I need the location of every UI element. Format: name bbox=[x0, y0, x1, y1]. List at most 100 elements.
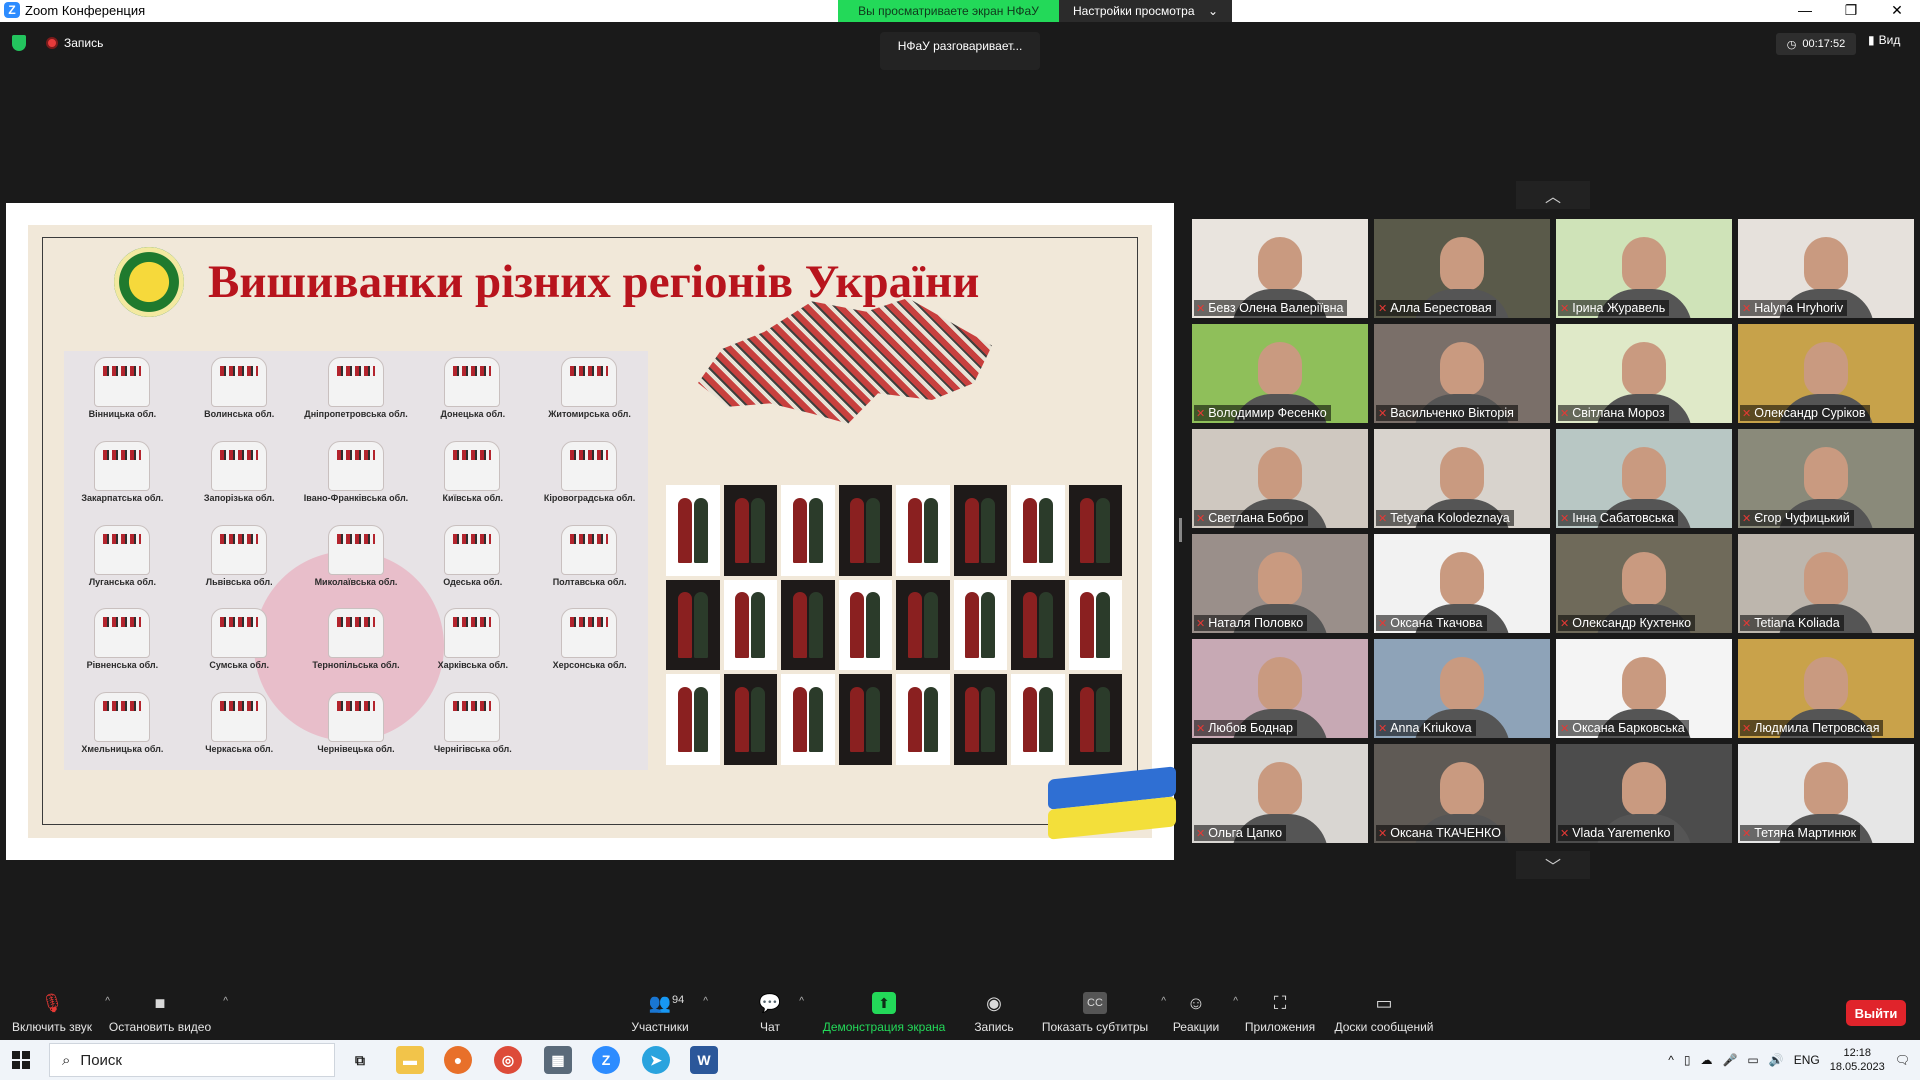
participant-name: Ірина Журавель bbox=[1572, 301, 1666, 315]
search-icon: ⌕ bbox=[62, 1051, 71, 1069]
participant-tile[interactable]: ✕ Любов Боднар bbox=[1192, 639, 1368, 738]
participant-tile[interactable]: ✕ Оксана ТКАЧЕНКО bbox=[1374, 744, 1550, 843]
cloud-icon[interactable]: ☁ bbox=[1700, 1053, 1712, 1067]
participant-tile[interactable]: ✕ Оксана Барковська bbox=[1556, 639, 1732, 738]
chat-button[interactable]: 💬 Чат ^ bbox=[752, 982, 804, 1040]
costume-image bbox=[1011, 674, 1065, 765]
costume-image bbox=[723, 485, 777, 576]
view-button[interactable]: ▮ Вид bbox=[1868, 33, 1900, 47]
mic-muted-icon: ✕ bbox=[1742, 407, 1752, 420]
participant-tile[interactable]: ✕ Anna Kriukova bbox=[1374, 639, 1550, 738]
chevron-up-icon[interactable]: ^ bbox=[703, 996, 708, 1007]
chat-label: Чат bbox=[760, 1020, 780, 1034]
participant-tile[interactable]: ✕ Васильченко Вікторія bbox=[1374, 324, 1550, 423]
chevron-up-icon[interactable]: ^ bbox=[1233, 996, 1238, 1007]
participants-button[interactable]: 👥 Участники ^ bbox=[628, 982, 708, 1040]
window-controls: — ❐ ✕ bbox=[1782, 0, 1920, 22]
chevron-up-icon[interactable]: ^ bbox=[1668, 1053, 1674, 1067]
participant-name-tag: ✕ Светлана Бобро bbox=[1194, 510, 1308, 526]
microphone-icon[interactable]: 🎤 bbox=[1722, 1053, 1737, 1067]
participant-tile[interactable]: ✕ Володимир Фесенко bbox=[1192, 324, 1368, 423]
taskbar-search[interactable]: ⌕ Поиск bbox=[49, 1043, 335, 1077]
shirt-region-label: Одеська обл. bbox=[443, 576, 503, 587]
participant-tile[interactable]: ✕ Світлана Мороз bbox=[1556, 324, 1732, 423]
network-icon[interactable]: ▭ bbox=[1747, 1053, 1758, 1067]
participant-tile[interactable]: ✕ Оксана Ткачова bbox=[1374, 534, 1550, 633]
participant-video bbox=[1440, 552, 1484, 606]
participant-tile[interactable]: ✕ Людмила Петровская bbox=[1738, 639, 1914, 738]
shirt-item: Львівська обл. bbox=[181, 519, 298, 603]
chevron-up-icon[interactable]: ^ bbox=[1161, 996, 1166, 1007]
costume-image bbox=[1068, 579, 1122, 671]
view-settings-button[interactable]: Настройки просмотра ⌄ bbox=[1059, 0, 1232, 22]
participant-name: Інна Сабатовська bbox=[1572, 511, 1675, 525]
share-screen-button[interactable]: ⬆ Демонстрация экрана bbox=[822, 982, 946, 1040]
reactions-button[interactable]: ☺ Реакции ^ bbox=[1170, 982, 1238, 1040]
participant-tile[interactable]: ✕ Halyna Hryhoriv bbox=[1738, 219, 1914, 318]
shirt-item: Івано-Франківська обл. bbox=[298, 435, 415, 519]
participant-tile[interactable]: ✕ Бевз Олена Валеріївна bbox=[1192, 219, 1368, 318]
chrome-icon[interactable]: ◎ bbox=[494, 1046, 522, 1074]
participant-tile[interactable]: ✕ Олександр Суріков bbox=[1738, 324, 1914, 423]
firefox-icon[interactable]: ● bbox=[444, 1046, 472, 1074]
clock-date: 18.05.2023 bbox=[1829, 1061, 1885, 1073]
participant-tile[interactable]: ✕ Ольга Цапко bbox=[1192, 744, 1368, 843]
restore-button[interactable]: ❐ bbox=[1828, 0, 1874, 22]
windows-icon[interactable] bbox=[12, 1051, 30, 1069]
zoom-window: Z Zoom Конференция Вы просматриваете экр… bbox=[0, 0, 1920, 1080]
leave-button[interactable]: Выйти bbox=[1846, 1000, 1906, 1026]
clock[interactable]: 12:18 18.05.2023 bbox=[1830, 1046, 1885, 1074]
shield-icon[interactable] bbox=[12, 35, 26, 51]
participant-tile[interactable]: ✕ Інна Сабатовська bbox=[1556, 429, 1732, 528]
participant-tile[interactable]: ✕ Тетяна Мартинюк bbox=[1738, 744, 1914, 843]
participant-tile[interactable]: ✕ Наталя Половко bbox=[1192, 534, 1368, 633]
chevron-down-icon: ⌄ bbox=[1207, 4, 1218, 18]
chevron-up-icon[interactable]: ^ bbox=[223, 996, 228, 1007]
participant-tile[interactable]: ✕ Vlada Yaremenko bbox=[1556, 744, 1732, 843]
shirt-region-label: Харківська обл. bbox=[437, 660, 508, 671]
speaker-tooltip: НФаУ разговаривает... bbox=[880, 32, 1040, 70]
participant-tile[interactable]: ✕ Алла Берестовая bbox=[1374, 219, 1550, 318]
language-indicator[interactable]: ENG bbox=[1794, 1053, 1820, 1067]
record-button[interactable]: ◉ Запись bbox=[972, 982, 1016, 1040]
calculator-icon[interactable]: ▦ bbox=[544, 1046, 572, 1074]
splitter-handle[interactable] bbox=[1179, 518, 1182, 542]
mic-muted-icon: ✕ bbox=[1378, 617, 1388, 630]
minimize-button[interactable]: — bbox=[1782, 0, 1828, 22]
stop-video-button[interactable]: ■ Остановить видео ^ bbox=[108, 982, 228, 1040]
participant-name-tag: ✕ Алла Берестовая bbox=[1376, 300, 1496, 316]
gallery-prev-button[interactable]: ︿ bbox=[1516, 181, 1590, 209]
participant-tile[interactable]: ✕ Tetyana Kolodeznaya bbox=[1374, 429, 1550, 528]
participant-tile[interactable]: ✕ Єгор Чуфицький bbox=[1738, 429, 1914, 528]
file-explorer-icon[interactable]: ▬ bbox=[396, 1046, 424, 1074]
notifications-icon[interactable]: 🗨 bbox=[1895, 1053, 1910, 1067]
costume-image bbox=[781, 485, 835, 576]
shirt-region-label: Хмельницька обл. bbox=[81, 744, 164, 755]
costume-image bbox=[1011, 579, 1065, 671]
gallery-next-button[interactable]: ﹀ bbox=[1516, 851, 1590, 879]
task-view-icon[interactable]: ⧉ bbox=[346, 1046, 374, 1074]
unmute-button[interactable]: 🎙 Включить звук ^ bbox=[10, 982, 110, 1040]
shirt-image bbox=[561, 524, 618, 575]
whiteboards-button[interactable]: ▭ Доски сообщений bbox=[1332, 982, 1436, 1040]
participant-tile[interactable]: ✕ Tetiana Koliada bbox=[1738, 534, 1914, 633]
participant-tile[interactable]: ✕ Светлана Бобро bbox=[1192, 429, 1368, 528]
participant-video bbox=[1258, 237, 1302, 291]
shirt-region-label: Чернівецька обл. bbox=[317, 744, 395, 755]
telegram-icon[interactable]: ➤ bbox=[642, 1046, 670, 1074]
shirt-item: Київська обл. bbox=[414, 435, 531, 519]
shirt-image bbox=[210, 692, 267, 743]
folk-costumes-collage bbox=[666, 485, 1122, 765]
captions-button[interactable]: CC Показать субтитры ^ bbox=[1040, 982, 1166, 1040]
participant-tile[interactable]: ✕ Ірина Журавель bbox=[1556, 219, 1732, 318]
zoom-app-icon[interactable]: Z bbox=[592, 1046, 620, 1074]
participant-tile[interactable]: ✕ Олександр Кухтенко bbox=[1556, 534, 1732, 633]
battery-icon[interactable]: ▯ bbox=[1684, 1053, 1691, 1067]
chat-icon: 💬 bbox=[758, 992, 782, 1013]
apps-button[interactable]: ⛶ Приложения bbox=[1242, 982, 1318, 1040]
chevron-up-icon[interactable]: ^ bbox=[799, 996, 804, 1007]
recording-indicator[interactable]: Запись bbox=[46, 36, 103, 50]
volume-icon[interactable]: 🔊 bbox=[1769, 1053, 1784, 1067]
word-icon[interactable]: W bbox=[690, 1046, 718, 1074]
close-button[interactable]: ✕ bbox=[1874, 0, 1920, 22]
